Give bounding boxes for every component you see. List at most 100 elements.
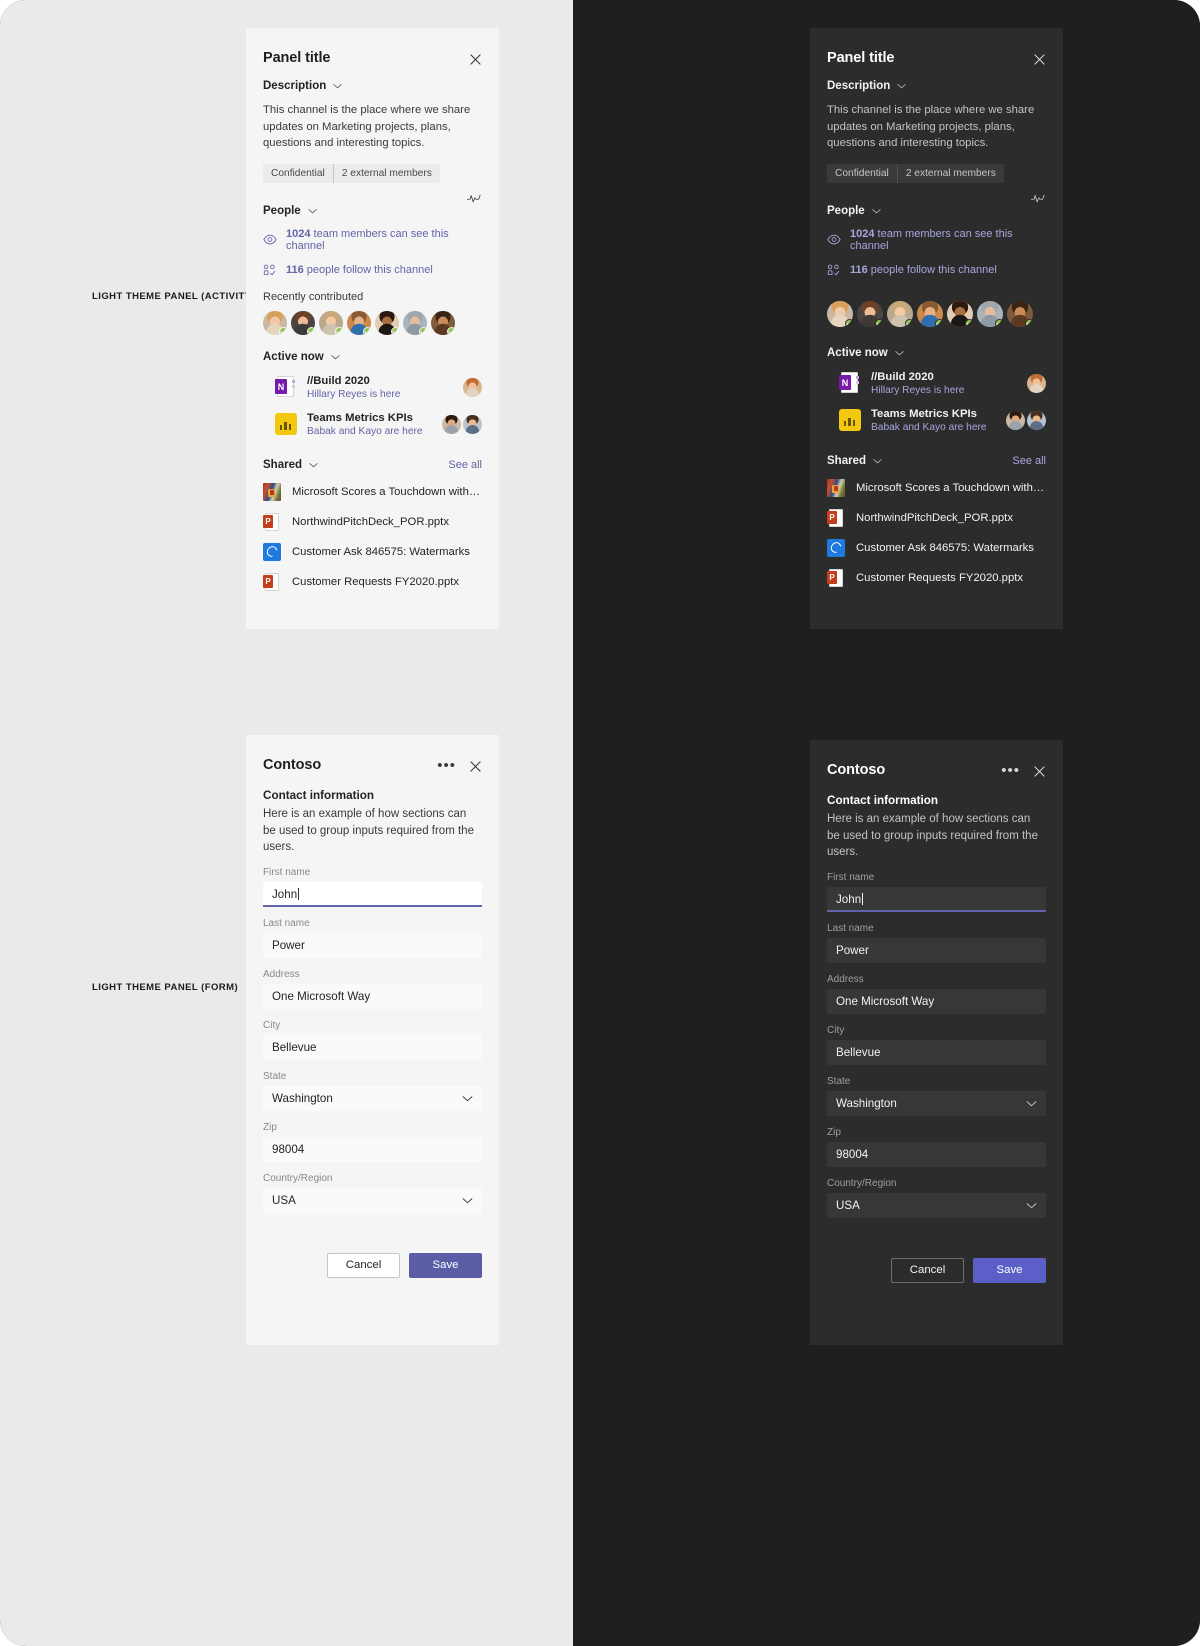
panel-title: Panel title xyxy=(827,50,895,66)
active-now-item[interactable]: N //Build 2020 Hillary Reyes is here xyxy=(827,371,1046,396)
avatar xyxy=(263,310,287,335)
chevron-down-icon[interactable] xyxy=(897,83,906,89)
field-value: One Microsoft Way xyxy=(272,989,371,1003)
powerpoint-icon: P xyxy=(827,568,845,587)
active-item-subtitle: Hillary Reyes is here xyxy=(307,388,401,400)
chevron-down-icon[interactable] xyxy=(331,354,340,360)
close-icon[interactable] xyxy=(1032,764,1046,778)
select-input[interactable]: Washington xyxy=(263,1085,482,1111)
tag-1: Confidential xyxy=(271,167,325,179)
cancel-button[interactable]: Cancel xyxy=(327,1252,400,1278)
shared-file-row[interactable]: P NorthwindPitchDeck_POR.pptx xyxy=(263,512,482,531)
description-section-label: Description xyxy=(263,80,327,92)
description-section-label: Description xyxy=(827,80,891,92)
shared-file-row[interactable]: P NorthwindPitchDeck_POR.pptx xyxy=(827,508,1046,527)
more-options-icon[interactable]: ••• xyxy=(437,758,456,773)
close-icon[interactable] xyxy=(468,759,482,773)
text-input[interactable]: Power xyxy=(263,932,482,958)
shared-section-label: Shared xyxy=(827,454,866,467)
presence-badge-available xyxy=(875,318,883,327)
field-label: City xyxy=(827,1024,845,1036)
save-button[interactable]: Save xyxy=(973,1257,1046,1283)
people-section: People 1024 team members can see this cha… xyxy=(246,194,499,335)
tag-1: Confidential xyxy=(835,167,889,179)
shared-file-row[interactable]: P Customer Requests FY2020.pptx xyxy=(827,568,1046,587)
planner-icon xyxy=(827,538,845,557)
tag-2: 2 external members xyxy=(896,163,1004,183)
text-input[interactable]: 98004 xyxy=(827,1141,1046,1167)
form-body: Contact information Here is an example of… xyxy=(246,773,499,1213)
people-stat-text: 1024 team members can see this channel xyxy=(850,227,1013,252)
active-now-item[interactable]: Teams Metrics KPIs Babak and Kayo are her… xyxy=(263,412,482,437)
panel-header-actions xyxy=(1032,52,1046,66)
more-options-icon[interactable]: ••• xyxy=(1001,763,1020,778)
chevron-down-icon xyxy=(462,1197,473,1203)
close-icon[interactable] xyxy=(468,52,482,66)
news-thumbnail-icon xyxy=(263,482,281,501)
people-stat-count: 1024 xyxy=(286,227,311,240)
text-input[interactable]: Power xyxy=(827,937,1046,963)
presence-badge-available xyxy=(307,326,315,335)
text-input[interactable]: Bellevue xyxy=(263,1034,482,1060)
people-section-header: People xyxy=(263,205,482,217)
onenote-icon: N xyxy=(275,376,297,398)
follow-people-icon xyxy=(827,263,841,277)
select-input[interactable]: USA xyxy=(827,1192,1046,1218)
chevron-down-icon[interactable] xyxy=(333,83,342,89)
news-thumbnail-icon xyxy=(263,482,281,501)
shared-file-row[interactable]: Customer Ask 846575: Watermarks xyxy=(827,538,1046,557)
active-item-title: Teams Metrics KPIs xyxy=(307,411,413,424)
select-input[interactable]: Washington xyxy=(827,1090,1046,1116)
form-field-last-name: Last name Power xyxy=(263,918,482,958)
shared-file-row[interactable]: Microsoft Scores a Touchdown with NF... xyxy=(263,482,482,501)
form-panel-light: Contoso ••• Contact information Here is an … xyxy=(246,735,499,1345)
avatar xyxy=(857,300,883,327)
avatar xyxy=(947,300,973,327)
pulse-activity-icon[interactable] xyxy=(1030,191,1046,209)
close-icon[interactable] xyxy=(1032,52,1046,66)
avatar xyxy=(291,310,315,335)
active-now-section: Active now N //Build 2020 Hillary Reyes is … xyxy=(810,347,1063,433)
shared-file-row[interactable]: P Customer Requests FY2020.pptx xyxy=(263,572,482,591)
shared-file-name: Customer Ask 846575: Watermarks xyxy=(292,545,470,558)
text-input[interactable]: John xyxy=(263,881,482,907)
chevron-down-icon[interactable] xyxy=(872,208,881,214)
chevron-down-icon xyxy=(462,1095,473,1101)
shared-file-name: Customer Ask 846575: Watermarks xyxy=(856,541,1034,554)
people-stat-1[interactable]: 1024 team members can see this channel xyxy=(827,228,1046,252)
see-all-link[interactable]: See all xyxy=(1012,455,1046,467)
text-input[interactable]: John xyxy=(827,886,1046,912)
presence-badge-available xyxy=(419,326,427,335)
powerpoint-icon: P xyxy=(263,512,281,531)
presence-badge-available xyxy=(363,326,371,335)
form-section-description: Here is an example of how sections can b… xyxy=(827,813,1038,858)
chevron-down-icon[interactable] xyxy=(873,458,882,464)
pulse-activity-icon[interactable] xyxy=(466,191,482,209)
see-all-link[interactable]: See all xyxy=(448,459,482,471)
shared-file-row[interactable]: Microsoft Scores a Touchdown with NF... xyxy=(827,478,1046,497)
shared-file-row[interactable]: Customer Ask 846575: Watermarks xyxy=(263,542,482,561)
people-stat-1[interactable]: 1024 team members can see this channel xyxy=(263,228,482,252)
chevron-down-icon[interactable] xyxy=(309,462,318,468)
text-input[interactable]: Bellevue xyxy=(827,1039,1046,1065)
form-actions: Cancel Save xyxy=(246,1252,499,1278)
select-input[interactable]: USA xyxy=(263,1187,482,1213)
people-stat-2[interactable]: 116 people follow this channel xyxy=(263,263,482,277)
form-field-state: State Washington xyxy=(263,1071,482,1111)
field-label: State xyxy=(263,1070,287,1082)
text-input[interactable]: One Microsoft Way xyxy=(263,983,482,1009)
text-input[interactable]: 98004 xyxy=(263,1136,482,1162)
news-thumbnail-icon xyxy=(827,478,845,497)
active-now-label: Active now xyxy=(827,346,888,359)
chevron-down-icon[interactable] xyxy=(308,208,317,214)
active-now-item[interactable]: Teams Metrics KPIs Babak and Kayo are her… xyxy=(827,408,1046,433)
description-section-header: Description xyxy=(810,66,1063,92)
people-stat-2[interactable]: 116 people follow this channel xyxy=(827,263,1046,277)
save-button[interactable]: Save xyxy=(409,1252,482,1278)
cancel-button[interactable]: Cancel xyxy=(891,1257,964,1283)
field-label: Last name xyxy=(263,917,310,929)
chevron-down-icon[interactable] xyxy=(895,350,904,356)
text-input[interactable]: One Microsoft Way xyxy=(827,988,1046,1014)
form-body: Contact information Here is an example of… xyxy=(810,778,1063,1218)
active-now-item[interactable]: N //Build 2020 Hillary Reyes is here xyxy=(263,375,482,400)
